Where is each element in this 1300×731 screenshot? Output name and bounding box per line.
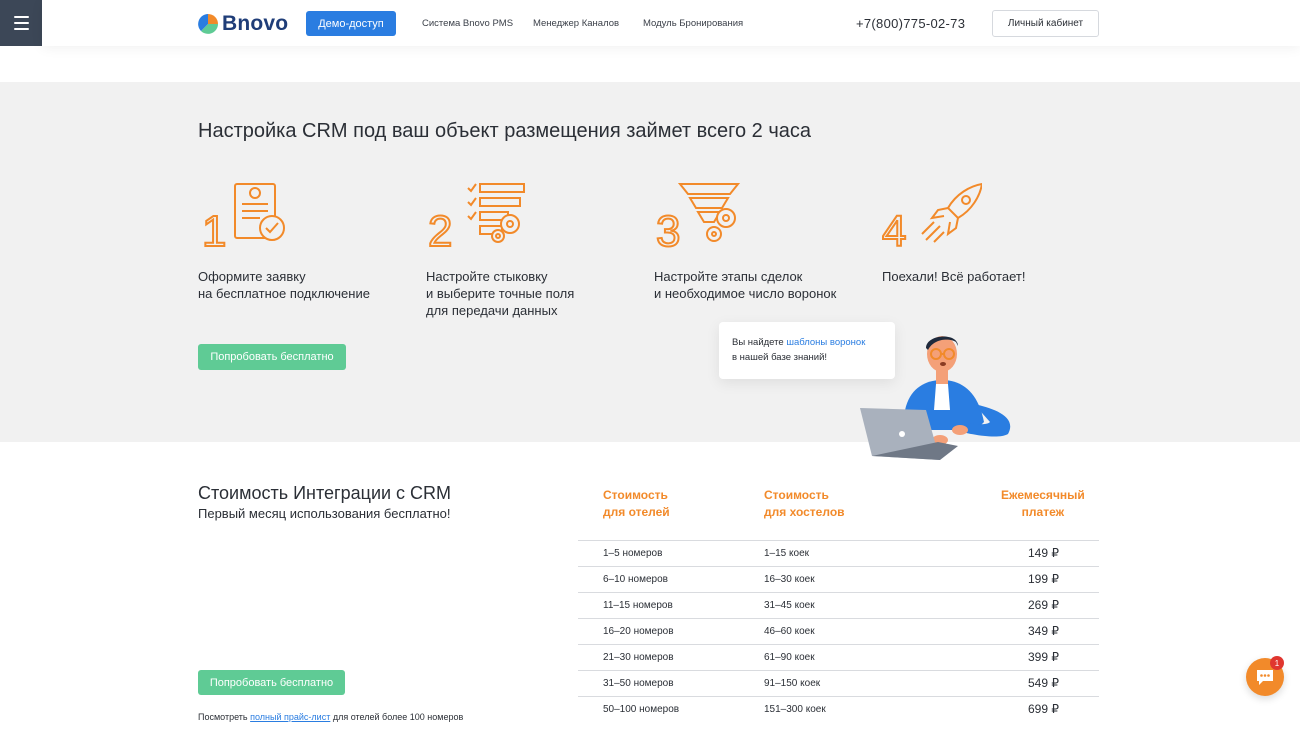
menu-icon-line: [13, 16, 29, 18]
hostel-range: 16–30 коек: [764, 574, 815, 585]
funnel-templates-link[interactable]: шаблоны воронок: [786, 337, 865, 348]
hostel-range: 1–15 коек: [764, 548, 810, 559]
table-row: 1–5 номеров 1–15 коек 149 ₽: [578, 541, 1099, 567]
monthly-price: 399 ₽: [1028, 650, 1059, 664]
hotel-range: 1–5 номеров: [603, 548, 663, 559]
header-hotels: Стоимость для отелей: [603, 488, 670, 519]
menu-icon-line: [13, 28, 29, 30]
man-with-laptop-illustration: [860, 336, 1011, 460]
table-row: 31–50 номеров 91–150 коек 549 ₽: [578, 671, 1099, 697]
speech-text-suffix: в нашей базе знаний!: [732, 352, 828, 363]
table-row: 11–15 номеров 31–45 коек 269 ₽: [578, 593, 1099, 619]
step-3-text: Настройте этапы сделок и необходимое чис…: [654, 269, 837, 301]
menu-icon-line: [13, 22, 29, 24]
table-row: 6–10 номеров 16–30 коек 199 ₽: [578, 567, 1099, 593]
checklist-gear-icon: 2: [427, 183, 525, 252]
svg-text:1: 1: [202, 207, 226, 252]
logo-icon: [198, 14, 218, 34]
table-row: 21–30 номеров 61–90 коек 399 ₽: [578, 645, 1099, 671]
step-2-text: Настройте стыковку и выберите точные пол…: [426, 269, 575, 318]
header-hostels: Стоимость для хостелов: [764, 488, 845, 519]
hostel-range: 151–300 коек: [764, 704, 826, 715]
table-row: 50–100 номеров 151–300 коек 699 ₽: [578, 697, 1099, 723]
table-row: 16–20 номеров 46–60 коек 349 ₽: [578, 619, 1099, 645]
step-1-text: Оформите заявку на бесплатное подключени…: [198, 269, 370, 301]
svg-text:4: 4: [882, 207, 906, 252]
logo-text: Bnovo: [222, 12, 289, 35]
hotel-range: 16–20 номеров: [603, 626, 674, 637]
try-free-button[interactable]: Попробовать бесплатно: [198, 344, 346, 370]
full-price-list-link[interactable]: полный прайс-лист: [250, 712, 330, 722]
nav-link-booking-module[interactable]: Модуль Бронирования: [643, 18, 743, 29]
speech-text-prefix: Вы найдете: [732, 337, 787, 348]
note-prefix: Посмотреть: [198, 712, 251, 722]
monthly-price: 349 ₽: [1028, 624, 1059, 638]
application-form-icon: 1: [201, 183, 285, 252]
step-4-text: Поехали! Всё работает!: [882, 269, 1026, 284]
svg-text:3: 3: [656, 207, 680, 252]
pricing-subtitle: Первый месяц использования бесплатно!: [198, 506, 451, 521]
demo-access-button[interactable]: Демо-доступ: [306, 11, 396, 36]
svg-text:2: 2: [428, 207, 452, 252]
pricing-title: Стоимость Интеграции с CRM: [198, 483, 452, 503]
monthly-price: 149 ₽: [1028, 546, 1059, 560]
hotel-range: 11–15 номеров: [603, 600, 673, 611]
hostel-range: 61–90 коек: [764, 652, 815, 663]
phone-number[interactable]: +7(800)775-02-73: [856, 16, 965, 31]
nav-link-pms[interactable]: Система Bnovo PMS: [422, 18, 513, 29]
hotel-range: 50–100 номеров: [603, 704, 680, 715]
note-suffix: для отелей более 100 номеров: [330, 712, 464, 722]
section-title: Настройка CRM под ваш объект размещения …: [198, 120, 812, 142]
hotel-range: 31–50 номеров: [603, 678, 674, 689]
nav-link-channel-manager[interactable]: Менеджер Каналов: [533, 18, 619, 29]
hotel-range: 6–10 номеров: [603, 574, 668, 585]
rocket-icon: 4: [882, 182, 982, 252]
hamburger-menu-button[interactable]: [0, 0, 42, 46]
hostel-range: 31–45 коек: [764, 600, 815, 611]
top-header: Bnovo Демо-доступ Система Bnovo PMS Мене…: [42, 0, 1300, 46]
chat-notification-badge: 1: [1270, 656, 1284, 670]
pricing-try-free-button[interactable]: Попробовать бесплатно: [198, 670, 345, 695]
logo[interactable]: Bnovo: [198, 12, 288, 36]
funnel-gear-icon: 3: [655, 183, 741, 252]
price-list-note: Посмотреть полный прайс-лист для отелей …: [198, 712, 463, 722]
hostel-range: 46–60 коек: [764, 626, 815, 637]
monthly-price: 699 ₽: [1028, 702, 1059, 716]
hotel-range: 21–30 номеров: [603, 652, 674, 663]
monthly-price: 549 ₽: [1028, 676, 1059, 690]
personal-account-button[interactable]: Личный кабинет: [992, 10, 1099, 37]
chat-bubble-icon: [1257, 670, 1273, 685]
monthly-price: 269 ₽: [1028, 598, 1059, 612]
header-monthly-payment: Ежемесячный платеж: [1001, 488, 1085, 519]
monthly-price: 199 ₽: [1028, 572, 1059, 586]
crm-setup-section: Настройка CRM под ваш объект размещения …: [0, 82, 1300, 442]
hostel-range: 91–150 коек: [764, 678, 821, 689]
